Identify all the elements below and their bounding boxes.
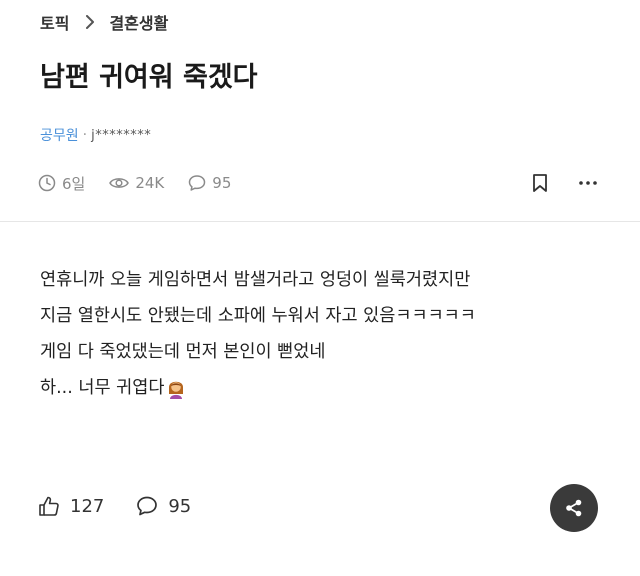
- body-line: 게임 다 죽었댔는데 먼저 본인이 뻗었네: [40, 342, 326, 362]
- more-icon: [579, 181, 597, 185]
- post-comment-count-text: 95: [212, 174, 232, 192]
- reaction-bar: 127 95: [38, 488, 223, 524]
- author-id: j********: [91, 127, 152, 143]
- post-time: 6일: [38, 173, 85, 194]
- breadcrumb-topic-link[interactable]: 토픽: [40, 10, 69, 34]
- post-meta: 6일 24K 95: [38, 170, 598, 196]
- share-button[interactable]: [550, 484, 598, 532]
- body-line-text: 하... 너무 귀엽다: [40, 378, 165, 398]
- clock-icon: [38, 174, 56, 192]
- post-body: 연휴니까 오늘 게임하면서 밤샐거라고 엉덩이 씰룩거렸지만 지금 열한시도 안…: [40, 262, 610, 406]
- post-actions: [532, 170, 598, 196]
- post-time-text: 6일: [62, 174, 86, 193]
- post-comment-count: 95: [188, 174, 231, 192]
- breadcrumb: 토픽 결혼생활: [40, 10, 168, 34]
- share-icon: [566, 499, 582, 517]
- comment-icon: [189, 175, 206, 191]
- post-views: 24K: [109, 174, 164, 192]
- thumbs-up-icon: [39, 496, 59, 516]
- divider: [0, 221, 640, 222]
- body-line-last: 하... 너무 귀엽다: [40, 370, 610, 406]
- author-separator: ·: [82, 127, 88, 143]
- comment-count: 95: [168, 495, 192, 517]
- body-line: 연휴니까 오늘 게임하면서 밤샐거라고 엉덩이 씰룩거렸지만: [40, 270, 471, 290]
- bookmark-icon: [533, 174, 547, 192]
- breadcrumb-category-link[interactable]: 결혼생활: [109, 10, 168, 34]
- eye-icon: [109, 178, 130, 188]
- woman-emoji-icon: [169, 381, 184, 399]
- more-options-button[interactable]: [578, 180, 598, 186]
- comment-icon: [137, 496, 158, 516]
- post-page: 토픽 결혼생활 남편 귀여워 죽겠다 공무원 · j******** 6일 24…: [0, 0, 640, 576]
- author-job-link[interactable]: 공무원: [40, 125, 79, 145]
- bookmark-button[interactable]: [532, 173, 548, 193]
- body-line: 지금 열한시도 안됐는데 소파에 누워서 자고 있음ㅋㅋㅋㅋㅋ: [40, 306, 476, 326]
- post-views-text: 24K: [135, 174, 165, 192]
- author-info: 공무원 · j********: [40, 124, 151, 146]
- like-button[interactable]: 127: [38, 495, 104, 517]
- comment-button[interactable]: 95: [136, 495, 191, 517]
- post-title: 남편 귀여워 죽겠다: [40, 62, 258, 93]
- like-count: 127: [70, 495, 105, 517]
- chevron-right-icon: [85, 15, 95, 29]
